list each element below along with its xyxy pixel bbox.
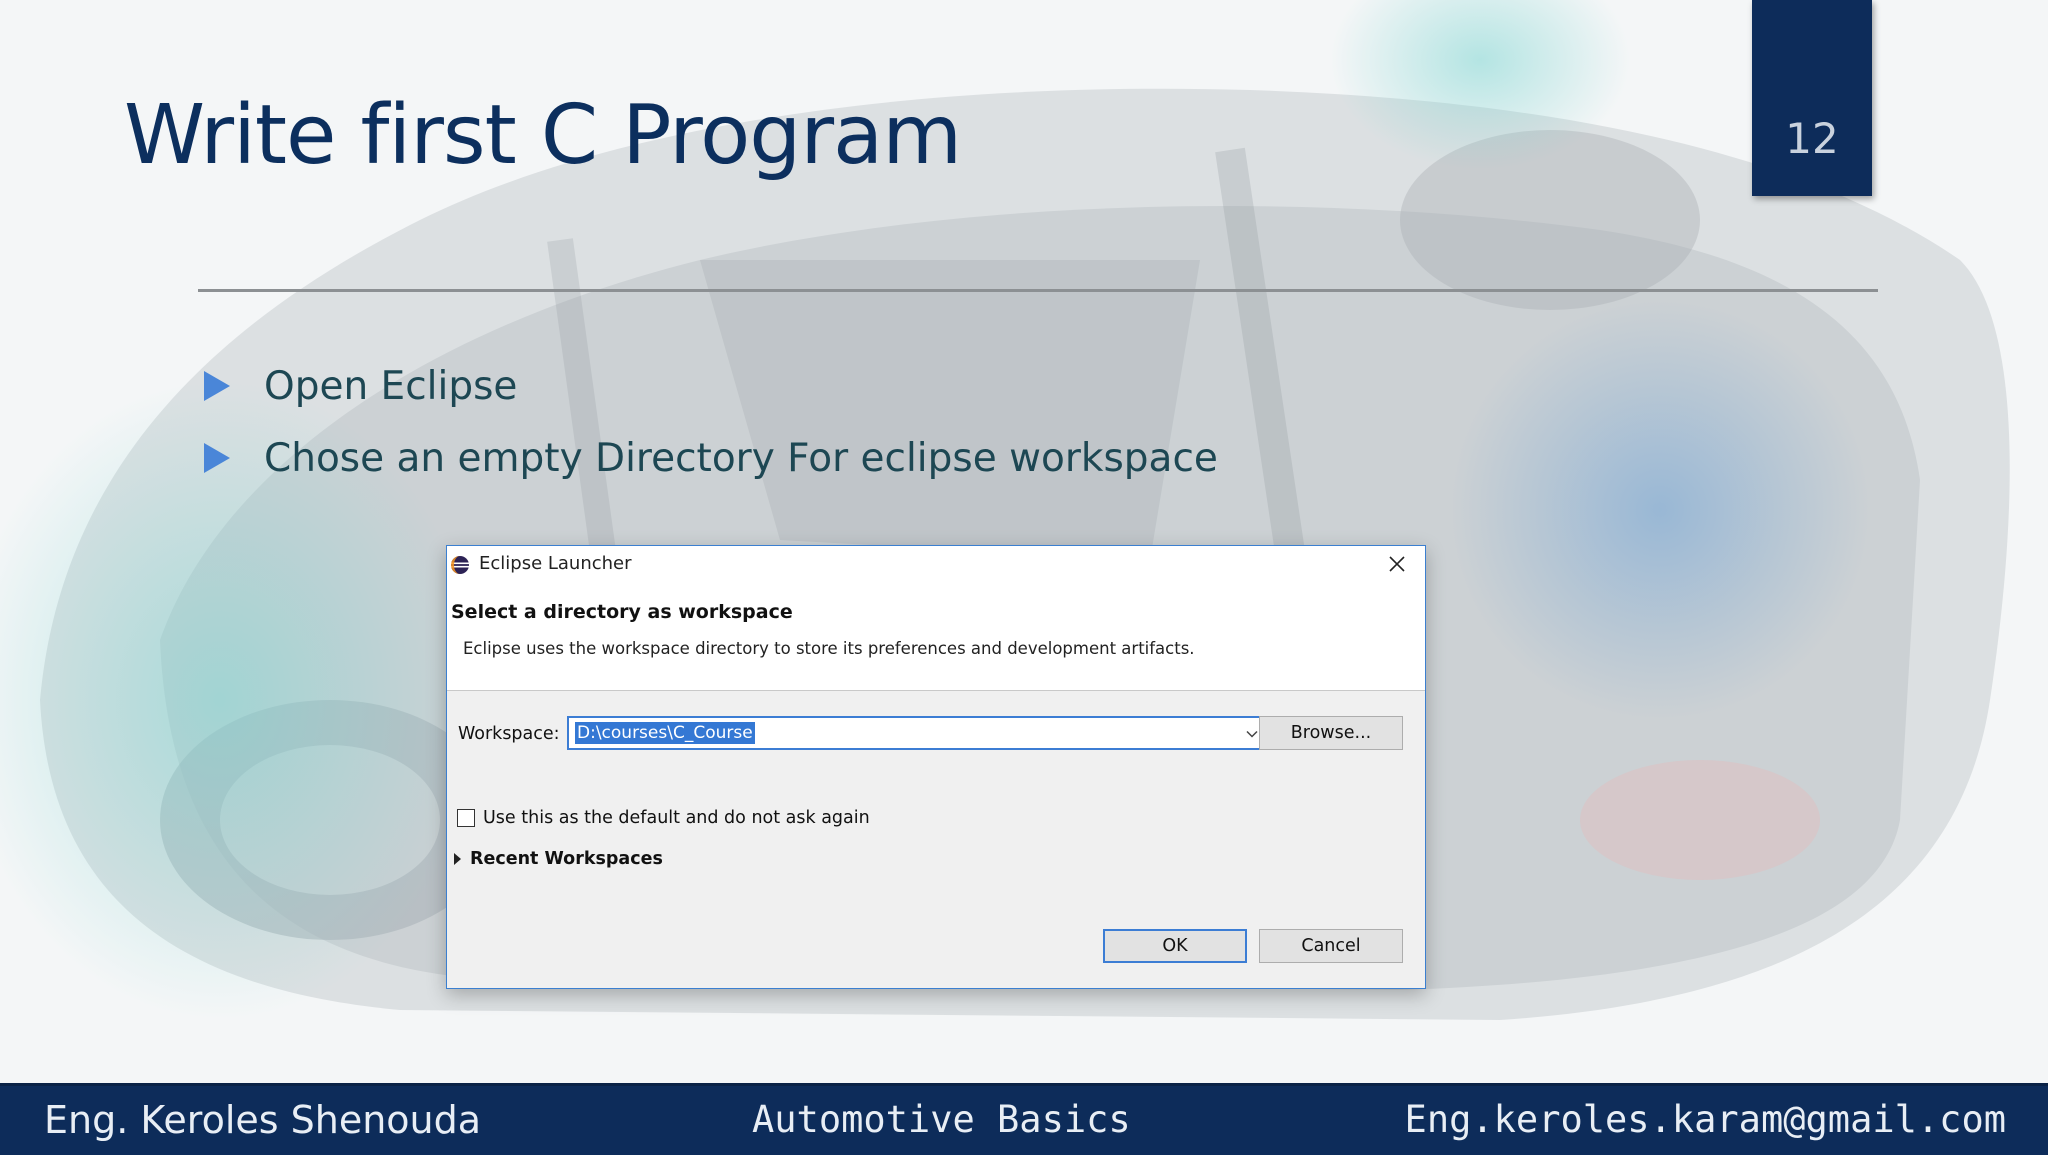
bullet-item: Open Eclipse [200, 350, 1218, 422]
default-workspace-label[interactable]: Use this as the default and do not ask a… [483, 808, 870, 828]
bullet-text: Open Eclipse [264, 363, 518, 409]
ok-button[interactable]: OK [1103, 929, 1247, 963]
default-workspace-checkbox[interactable] [457, 809, 475, 827]
bullet-text: Chose an empty Directory For eclipse wor… [264, 435, 1218, 481]
eclipse-launcher-dialog: Eclipse Launcher Select a directory as w… [446, 545, 1426, 989]
recent-workspaces-toggle[interactable]: Recent Workspaces [470, 849, 663, 869]
title-divider [198, 289, 1878, 292]
page-number-badge: 12 [1752, 0, 1872, 196]
workspace-path-value[interactable]: D:\courses\C_Course [575, 722, 755, 744]
slide-footer: Eng. Keroles Shenouda Automotive Basics … [0, 1083, 2048, 1155]
window-title: Eclipse Launcher [479, 553, 632, 574]
bullet-arrow-icon [204, 443, 230, 473]
dialog-header-panel: Eclipse Launcher Select a directory as w… [447, 546, 1425, 691]
footer-email: Eng.keroles.karam@gmail.com [1404, 1098, 2006, 1141]
chevron-down-icon[interactable] [1245, 727, 1259, 741]
eclipse-logo-icon [451, 556, 469, 574]
footer-author: Eng. Keroles Shenouda [44, 1098, 482, 1142]
close-icon [1389, 556, 1405, 572]
slide-title: Write first C Program [124, 88, 962, 183]
bullet-item: Chose an empty Directory For eclipse wor… [200, 422, 1218, 494]
workspace-combobox[interactable]: D:\courses\C_Course [567, 716, 1269, 750]
bullet-list: Open Eclipse Chose an empty Directory Fo… [200, 350, 1218, 494]
footer-course: Automotive Basics [752, 1098, 1131, 1141]
browse-button[interactable]: Browse... [1259, 716, 1403, 750]
bullet-arrow-icon [204, 371, 230, 401]
dialog-description: Eclipse uses the workspace directory to … [463, 639, 1195, 658]
cancel-button[interactable]: Cancel [1259, 929, 1403, 963]
close-button[interactable] [1375, 546, 1419, 582]
page-number: 12 [1785, 114, 1839, 163]
expand-triangle-icon[interactable] [454, 853, 461, 865]
dialog-heading: Select a directory as workspace [451, 601, 793, 623]
workspace-label: Workspace: [458, 724, 560, 744]
